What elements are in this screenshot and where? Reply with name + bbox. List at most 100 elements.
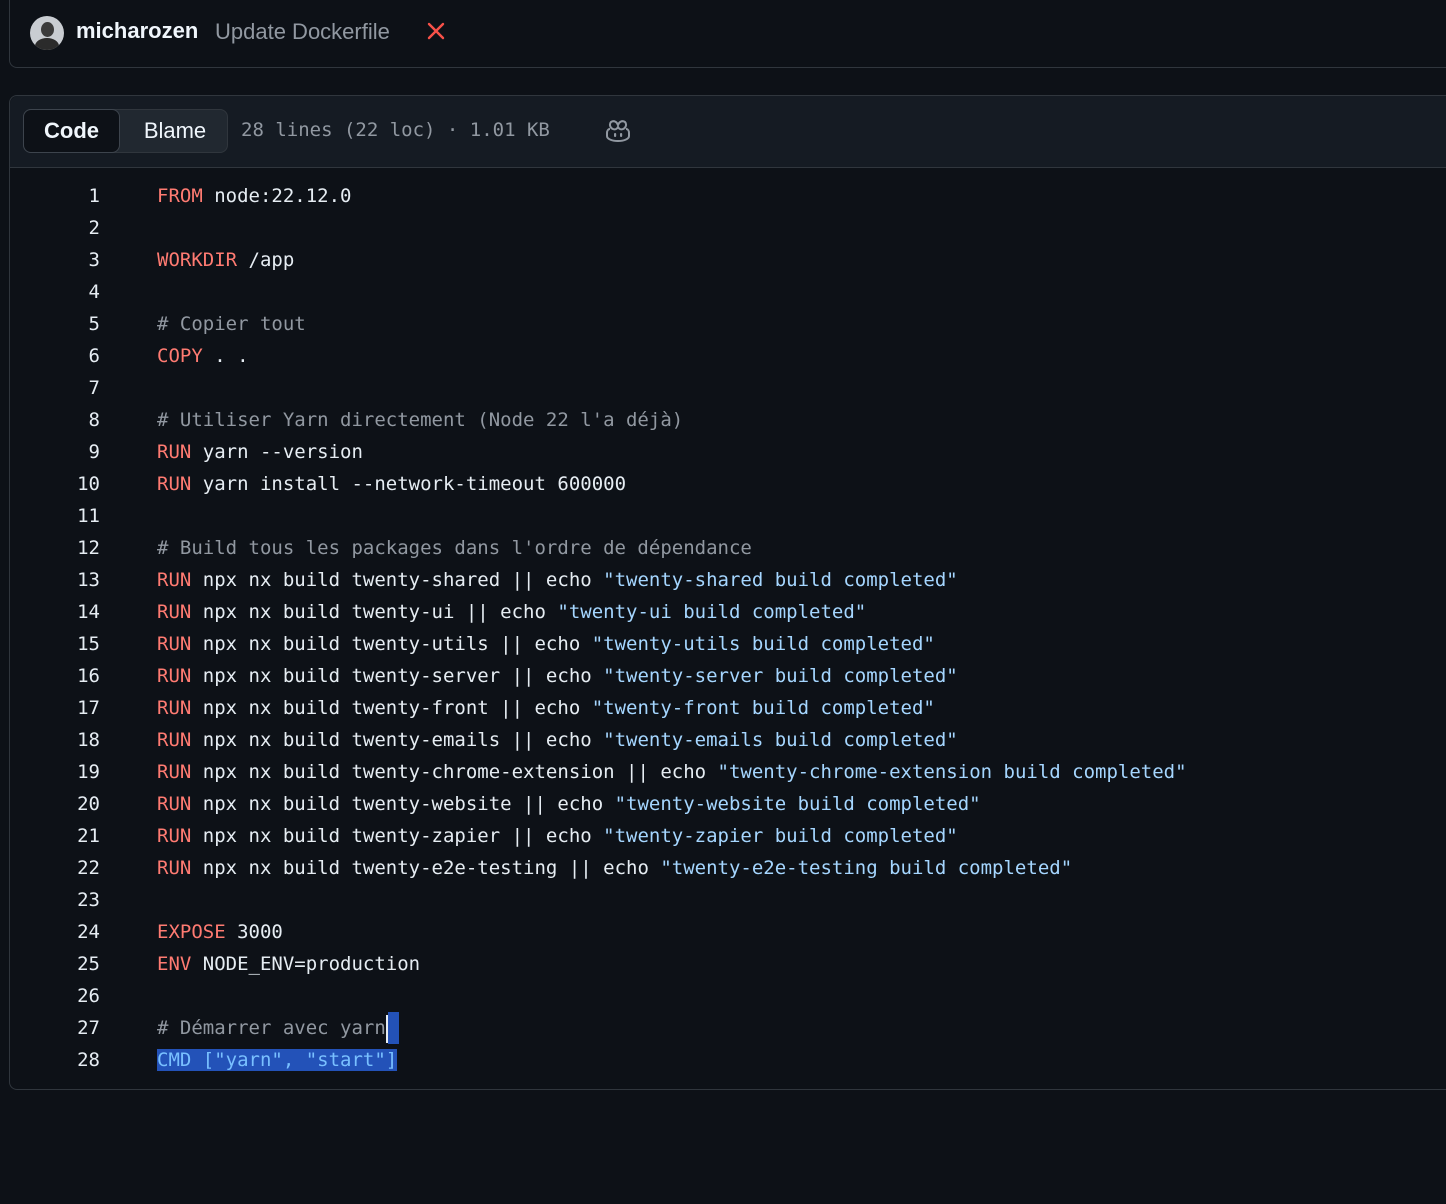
- selected-code: CMD ["yarn", "start"]: [157, 1049, 398, 1071]
- code-line[interactable]: 4: [10, 276, 1446, 308]
- code-line[interactable]: 10 RUN yarn install --network-timeout 600…: [10, 468, 1446, 500]
- line-number[interactable]: 23: [50, 884, 100, 916]
- code-line[interactable]: 3 WORKDIR /app: [10, 244, 1446, 276]
- code-line[interactable]: 9 RUN yarn --version: [10, 436, 1446, 468]
- commit-bar: micharozen Update Dockerfile: [9, 0, 1446, 68]
- code-keyword: RUN: [157, 569, 192, 591]
- avatar[interactable]: [30, 16, 64, 50]
- line-number[interactable]: 1: [50, 180, 100, 212]
- line-code: RUN npx nx build twenty-shared || echo "…: [157, 564, 958, 596]
- code-string: "twenty-zapier build completed": [603, 825, 958, 847]
- code-line[interactable]: 22 RUN npx nx build twenty-e2e-testing ||…: [10, 852, 1446, 884]
- line-code: RUN npx nx build twenty-ui || echo "twen…: [157, 596, 866, 628]
- code-string: "twenty-emails build completed": [603, 729, 958, 751]
- code-text: yarn --version: [191, 441, 363, 463]
- code-line[interactable]: 23: [10, 884, 1446, 916]
- line-code: EXPOSE 3000: [157, 916, 283, 948]
- code-line[interactable]: 12 # Build tous les packages dans l'ordre…: [10, 532, 1446, 564]
- code-keyword: RUN: [157, 857, 192, 879]
- line-number[interactable]: 21: [50, 820, 100, 852]
- code-line[interactable]: 24 EXPOSE 3000: [10, 916, 1446, 948]
- code-line[interactable]: 14 RUN npx nx build twenty-ui || echo "tw…: [10, 596, 1446, 628]
- code-text: npx nx build twenty-e2e-testing || echo: [191, 857, 661, 879]
- line-code: WORKDIR /app: [157, 244, 294, 276]
- code-text: npx nx build twenty-emails || echo: [191, 729, 604, 751]
- x-icon[interactable]: [425, 20, 447, 42]
- code-line[interactable]: 28 CMD ["yarn", "start"]: [10, 1044, 1446, 1076]
- code-line[interactable]: 13 RUN npx nx build twenty-shared || echo…: [10, 564, 1446, 596]
- commit-message[interactable]: Update Dockerfile: [215, 19, 390, 45]
- code-text: 3000: [225, 921, 283, 943]
- code-area[interactable]: 1 FROM node:22.12.0 2 3 WORKDIR /app 4 5 # Copi…: [10, 180, 1446, 1076]
- code-string: "twenty-website build completed": [614, 793, 981, 815]
- code-string: "twenty-shared build completed": [603, 569, 958, 591]
- line-number[interactable]: 16: [50, 660, 100, 692]
- code-keyword: RUN: [157, 601, 192, 623]
- line-number[interactable]: 8: [50, 404, 100, 436]
- line-number[interactable]: 28: [50, 1044, 100, 1076]
- line-number[interactable]: 15: [50, 628, 100, 660]
- line-number[interactable]: 18: [50, 724, 100, 756]
- code-text: npx nx build twenty-shared || echo: [191, 569, 604, 591]
- code-line[interactable]: 17 RUN npx nx build twenty-front || echo …: [10, 692, 1446, 724]
- code-line[interactable]: 2: [10, 212, 1446, 244]
- code-keyword: RUN: [157, 633, 192, 655]
- line-code: FROM node:22.12.0: [157, 180, 351, 212]
- code-line[interactable]: 7: [10, 372, 1446, 404]
- line-number[interactable]: 26: [50, 980, 100, 1012]
- code-keyword: COPY: [157, 345, 203, 367]
- line-number[interactable]: 12: [50, 532, 100, 564]
- line-number[interactable]: 11: [50, 500, 100, 532]
- code-line[interactable]: 6 COPY . .: [10, 340, 1446, 372]
- copilot-icon[interactable]: [605, 119, 631, 143]
- commit-author[interactable]: micharozen: [76, 18, 198, 44]
- line-number[interactable]: 14: [50, 596, 100, 628]
- code-text: npx nx build twenty-utils || echo: [191, 633, 592, 655]
- code-comment: # Copier tout: [157, 313, 306, 335]
- code-line[interactable]: 26: [10, 980, 1446, 1012]
- code-line[interactable]: 18 RUN npx nx build twenty-emails || echo…: [10, 724, 1446, 756]
- line-number[interactable]: 2: [50, 212, 100, 244]
- code-line[interactable]: 25 ENV NODE_ENV=production: [10, 948, 1446, 980]
- tab-blame[interactable]: Blame: [121, 109, 229, 153]
- code-keyword: RUN: [157, 441, 192, 463]
- code-keyword: RUN: [157, 761, 192, 783]
- file-header: Code Blame 28 lines (22 loc) · 1.01 KB: [10, 96, 1446, 168]
- code-line[interactable]: 21 RUN npx nx build twenty-zapier || echo…: [10, 820, 1446, 852]
- code-text: /app: [237, 249, 295, 271]
- code-keyword: FROM: [157, 185, 203, 207]
- code-line[interactable]: 15 RUN npx nx build twenty-utils || echo …: [10, 628, 1446, 660]
- code-comment: # Démarrer avec yarn: [157, 1017, 386, 1039]
- line-code: ENV NODE_ENV=production: [157, 948, 420, 980]
- line-number[interactable]: 9: [50, 436, 100, 468]
- code-line[interactable]: 20 RUN npx nx build twenty-website || ech…: [10, 788, 1446, 820]
- code-comment: # Build tous les packages dans l'ordre d…: [157, 537, 752, 559]
- line-code: CMD ["yarn", "start"]: [157, 1044, 398, 1076]
- code-line[interactable]: 27 # Démarrer avec yarn: [10, 1012, 1446, 1044]
- line-number[interactable]: 24: [50, 916, 100, 948]
- line-number[interactable]: 22: [50, 852, 100, 884]
- selection-highlight: [387, 1012, 399, 1044]
- code-line[interactable]: 1 FROM node:22.12.0: [10, 180, 1446, 212]
- line-number[interactable]: 20: [50, 788, 100, 820]
- line-number[interactable]: 7: [50, 372, 100, 404]
- line-number[interactable]: 4: [50, 276, 100, 308]
- tab-code[interactable]: Code: [23, 109, 120, 153]
- line-number[interactable]: 3: [50, 244, 100, 276]
- code-string: "twenty-chrome-extension build completed…: [717, 761, 1187, 783]
- code-line[interactable]: 11: [10, 500, 1446, 532]
- line-number[interactable]: 27: [50, 1012, 100, 1044]
- line-number[interactable]: 19: [50, 756, 100, 788]
- line-number[interactable]: 5: [50, 308, 100, 340]
- line-number[interactable]: 17: [50, 692, 100, 724]
- file-viewer: Code Blame 28 lines (22 loc) · 1.01 KB 1…: [9, 95, 1446, 1090]
- line-number[interactable]: 10: [50, 468, 100, 500]
- code-line[interactable]: 5 # Copier tout: [10, 308, 1446, 340]
- code-line[interactable]: 19 RUN npx nx build twenty-chrome-extensi…: [10, 756, 1446, 788]
- code-line[interactable]: 8 # Utiliser Yarn directement (Node 22 l'…: [10, 404, 1446, 436]
- line-number[interactable]: 6: [50, 340, 100, 372]
- line-number[interactable]: 25: [50, 948, 100, 980]
- code-line[interactable]: 16 RUN npx nx build twenty-server || echo…: [10, 660, 1446, 692]
- line-number[interactable]: 13: [50, 564, 100, 596]
- line-code: RUN npx nx build twenty-chrome-extension…: [157, 756, 1187, 788]
